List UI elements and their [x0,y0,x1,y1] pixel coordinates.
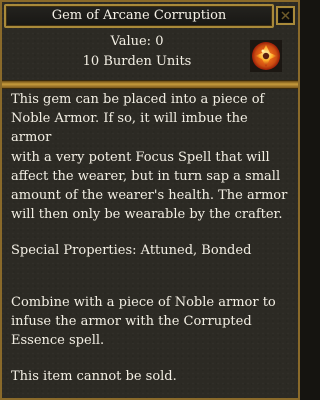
special-properties: Special Properties: Attuned, Bonded [11,243,252,259]
gem-icon [250,40,282,72]
section-divider [2,80,298,89]
usage-text: Combine with a piece of Noble armor to i… [11,294,276,349]
item-description: This gem can be placed into a piece of N… [11,92,288,223]
close-icon [279,9,292,22]
title-bar: Gem of Arcane Corruption [4,4,274,28]
item-value: Value: 0 [110,34,164,49]
item-description-block: This gem can be placed into a piece of N… [11,90,291,386]
close-button[interactable] [276,6,295,25]
item-title: Gem of Arcane Corruption [51,8,227,23]
item-burden: 10 Burden Units [82,54,192,69]
item-tooltip-panel: Gem of Arcane Corruption Value: 0 10 Bur… [0,0,300,400]
sell-note: This item cannot be sold. [11,369,177,385]
